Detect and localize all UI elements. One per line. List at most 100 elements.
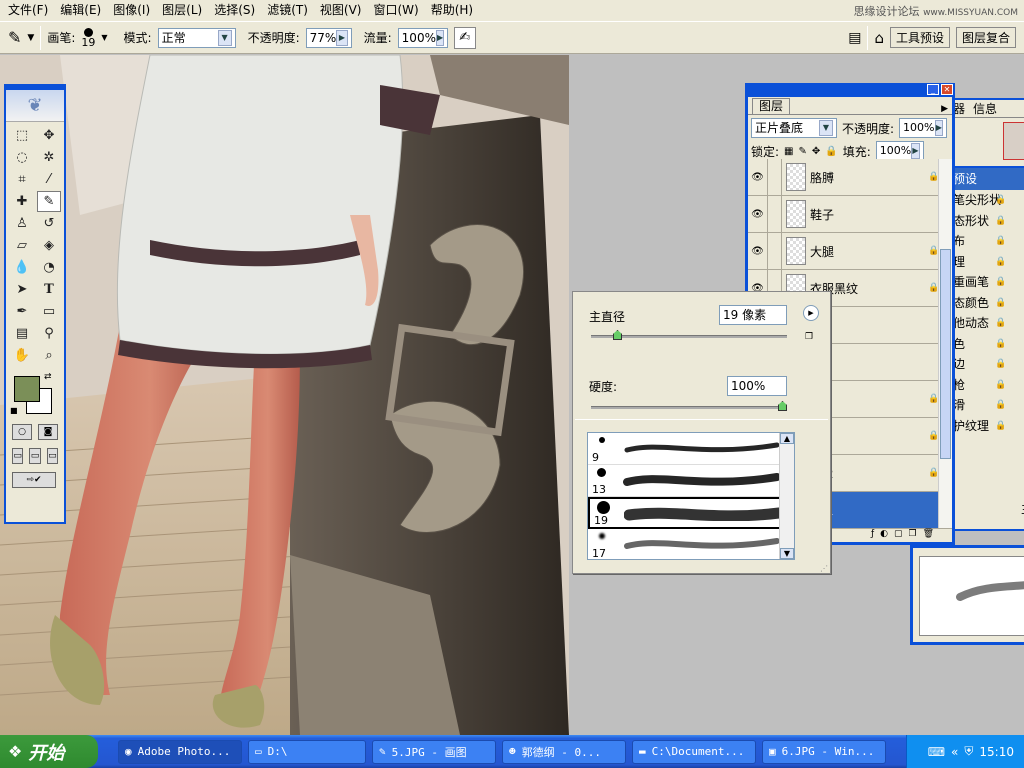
clock[interactable]: 15:10 [979,745,1014,759]
menu-help[interactable]: 帮助(H) [425,0,479,21]
lasso-tool-icon[interactable]: ◌ [10,147,34,168]
crop-tool-icon[interactable]: ⌗ [10,169,34,190]
layer-row[interactable]: 👁 胳膊 🔒 [748,159,942,196]
history-brush-icon[interactable]: ↺ [37,213,61,234]
opacity-arrow-icon[interactable]: ▶ [336,29,348,46]
lock-image-icon[interactable]: ✎ [799,146,807,157]
dodge-tool-icon[interactable]: ◔ [37,257,61,278]
mode-dropdown-icon[interactable]: ▼ [217,29,232,46]
lock-all-icon[interactable]: 🔒 [825,146,837,157]
hardness-field[interactable]: 100% [727,376,787,396]
minimize-icon[interactable]: _ [927,84,939,95]
layer-row[interactable]: 👁 大腿 🔒 [748,233,942,270]
menu-file[interactable]: 文件(F) [2,0,54,21]
menu-filter[interactable]: 滤镜(T) [261,0,314,21]
swap-colors-icon[interactable]: ⇄ [44,372,52,382]
screen-mode-standard-icon[interactable]: ▭ [12,448,24,464]
scroll-up-icon[interactable]: ▲ [780,433,794,444]
mask-icon[interactable]: ◐ [880,529,888,542]
brush-preset[interactable]: 13 [588,465,794,497]
screen-mode-full-menu-icon[interactable]: ▭ [29,448,41,464]
file-browser-icon[interactable]: ⌂ [874,29,884,47]
healing-brush-icon[interactable]: ✚ [10,191,34,212]
diameter-field[interactable]: 19 像素 [719,305,787,325]
foreground-color-swatch[interactable] [14,376,40,402]
eye-icon[interactable]: 👁 [748,159,768,195]
fill-field[interactable]: 100% ▶ [875,141,924,161]
task-paint[interactable]: ✎ 5.JPG - 画图 [372,739,496,764]
marquee-tool-icon[interactable]: ⬚ [10,125,34,146]
new-preset-icon[interactable]: ❐ [805,332,813,342]
feather-logo-icon[interactable]: ❦ [6,90,64,122]
task-explorer-d[interactable]: ▭ D:\ [248,739,366,764]
diameter-slider-thumb[interactable] [613,330,622,340]
slice-tool-icon[interactable]: ⁄ [37,169,61,190]
flow-field[interactable]: 100% ▶ [397,27,448,48]
menu-image[interactable]: 图像(I) [107,0,156,21]
shape-tool-icon[interactable]: ▭ [37,301,61,322]
close-icon[interactable]: ✕ [941,84,953,95]
paint-bucket-icon[interactable]: ◈ [37,235,61,256]
task-photoshop[interactable]: ◉ Adobe Photo... [118,739,242,764]
layer-row[interactable]: 👁 鞋子 [748,196,942,233]
lock-position-icon[interactable]: ✥ [812,146,820,157]
task-image-viewer[interactable]: ▣ 6.JPG - Win... [762,739,886,764]
jump-to-imageready-icon[interactable]: ⇨✔ [12,472,56,488]
keyboard-icon[interactable]: ⌨ [928,745,945,759]
layer-style-icon[interactable]: ƒ [871,529,874,542]
path-selection-icon[interactable]: ➤ [10,279,34,300]
eraser-tool-icon[interactable]: ▱ [10,235,34,256]
link-cell[interactable] [768,159,782,195]
link-cell[interactable] [768,196,782,232]
hand-tool-icon[interactable]: ✋ [10,345,34,366]
new-layer-icon[interactable]: ❐ [908,529,916,542]
tab-info[interactable]: 信息 [973,100,997,117]
new-set-icon[interactable]: ▢ [894,529,903,542]
tab-layer-comps[interactable]: 图层复合 [955,27,1016,48]
tab-tool-presets[interactable]: 工具预设 [889,27,950,48]
clone-stamp-icon[interactable]: ♙ [10,213,34,234]
notes-tool-icon[interactable]: ▤ [10,323,34,344]
opacity-field[interactable]: 77% ▶ [305,27,352,48]
standard-mode-icon[interactable]: ○ [12,424,32,440]
popup-menu-icon[interactable]: ▶ [803,305,819,321]
document-canvas[interactable] [0,55,569,735]
eyedropper-icon[interactable]: ⚲ [37,323,61,344]
brush-picker[interactable]: 19 [81,27,95,48]
layer-opacity-arrow-icon[interactable]: ▶ [934,120,944,136]
move-tool-icon[interactable]: ✥ [37,125,61,146]
blend-mode-select[interactable]: 正片叠底 ▼ [751,118,837,138]
scroll-down-icon[interactable]: ▼ [780,548,794,559]
brush-picker-arrow-icon[interactable]: ▼ [101,33,107,42]
task-media[interactable]: ☻ 郭德纲 - 0... [502,739,626,764]
airbrush-icon[interactable]: ✍ [453,26,476,49]
mode-select[interactable]: 正常 ▼ [157,27,236,48]
tab-layers[interactable]: 图层 [752,98,791,114]
eye-icon[interactable]: 👁 [748,196,768,232]
quick-mask-icon[interactable]: ◙ [38,424,58,440]
menu-layer[interactable]: 图层(L) [156,0,208,21]
brush-preset[interactable]: 9 [588,433,794,465]
magic-wand-icon[interactable]: ✲ [37,147,61,168]
hardness-slider[interactable] [591,401,787,411]
zoom-tool-icon[interactable]: ⌕ [37,345,61,366]
type-tool-icon[interactable]: T [37,279,61,300]
menu-select[interactable]: 选择(S) [208,0,261,21]
palette-well-icon[interactable]: ▤ [848,30,861,46]
trash-icon[interactable]: 🗑 [923,529,934,542]
resize-grip-icon[interactable]: ⋰ [820,564,828,573]
screen-mode-full-icon[interactable]: ▭ [46,448,58,464]
blur-tool-icon[interactable]: 💧 [10,257,34,278]
menu-edit[interactable]: 编辑(E) [54,0,107,21]
brush-preset-selected[interactable]: 19 [588,497,794,529]
start-button[interactable]: ❖ 开始 [0,735,98,768]
default-colors-icon[interactable]: ■ [10,406,18,415]
scrollbar-thumb[interactable] [940,249,951,459]
blend-dropdown-icon[interactable]: ▼ [819,120,833,136]
brush-preset[interactable]: 17 [588,529,794,559]
diameter-slider[interactable] [591,330,787,340]
fill-arrow-icon[interactable]: ▶ [911,143,920,159]
tool-preset-arrow-icon[interactable]: ▼ [27,33,34,43]
pen-tool-icon[interactable]: ✒ [10,301,34,322]
lock-transparency-icon[interactable]: ▦ [784,146,793,157]
